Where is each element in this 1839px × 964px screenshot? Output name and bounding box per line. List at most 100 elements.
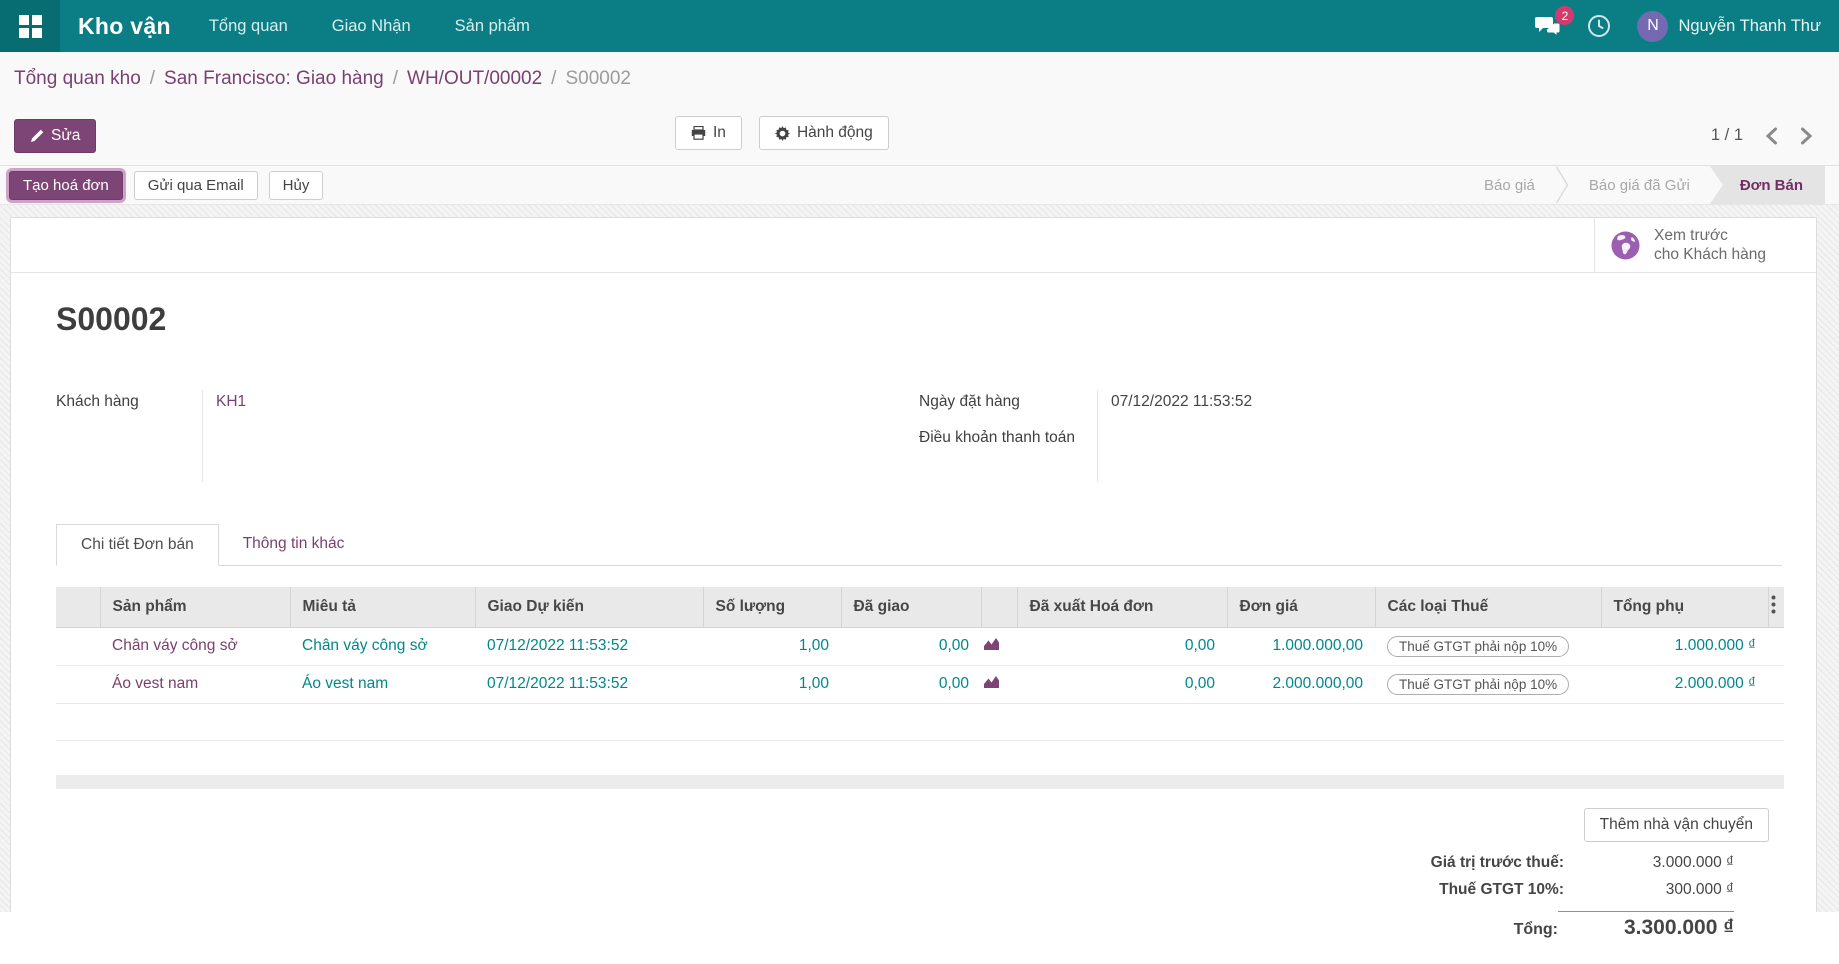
cell-subtotal: 1.000.000 ₫ — [1601, 627, 1768, 666]
header-delivered[interactable]: Đã giao — [841, 587, 982, 628]
chevron-left-icon — [1765, 127, 1777, 144]
apps-grid-icon — [18, 14, 42, 38]
pager-count: 1 / 1 — [1710, 126, 1743, 144]
sheet-body: S00002 Khách hàng KH1 Ngày đặt hàng 07/1… — [11, 273, 1816, 940]
totals-block: Giá trị trước thuế: 3.000.000 ₫ Thuế GTG… — [1304, 854, 1734, 940]
action-buttons-row: Sửa In Hành động 1 / 1 — [0, 106, 1839, 165]
cell-handle — [56, 627, 100, 666]
area-chart-icon — [984, 675, 999, 688]
state-separator-icon — [1555, 166, 1569, 204]
print-button-label: In — [713, 124, 726, 141]
customer-value-link[interactable]: KH1 — [216, 393, 246, 410]
area-chart-icon — [984, 637, 999, 650]
header-options-button[interactable] — [1768, 587, 1784, 628]
add-shipping-button[interactable]: Thêm nhà vận chuyển — [1583, 807, 1769, 842]
cell-delivered: 0,00 — [841, 665, 981, 704]
state-quotation[interactable]: Báo giá — [1464, 166, 1555, 204]
clock-icon — [1588, 15, 1611, 37]
printer-icon — [691, 126, 706, 140]
action-button-label: Hành động — [796, 124, 873, 141]
tax-amount-value: 300.000 ₫ — [1665, 880, 1734, 898]
header-unit-price[interactable]: Đơn giá — [1227, 587, 1376, 628]
activity-menu-button[interactable] — [1587, 14, 1611, 38]
header-subtotal[interactable]: Tổng phụ — [1601, 587, 1769, 628]
center-buttons: In Hành động — [675, 116, 889, 150]
action-button[interactable]: Hành động — [758, 116, 889, 150]
breadcrumb-link-operation[interactable]: San Francisco: Giao hàng — [164, 68, 384, 90]
total-amount-row: Tổng: 3.300.000 ₫ — [1304, 908, 1734, 940]
field-order-date: Ngày đặt hàng 07/12/2022 11:53:52 — [919, 390, 1782, 426]
cell-options — [1768, 665, 1784, 704]
messages-menu-button[interactable]: 2 — [1535, 6, 1575, 37]
order-line-row[interactable]: Áo vest nam Áo vest nam 07/12/2022 11:53… — [56, 665, 1784, 704]
cell-handle — [56, 665, 100, 704]
pager-previous-button[interactable] — [1765, 127, 1778, 145]
payment-terms-value — [1097, 426, 1782, 482]
header-forecast — [981, 587, 1018, 628]
nav-menu-transfers[interactable]: Giao Nhận — [332, 17, 411, 36]
print-button[interactable]: In — [675, 116, 742, 150]
nav-menu-products[interactable]: Sản phẩm — [455, 17, 530, 36]
forecast-button[interactable] — [981, 627, 1017, 666]
pager-next-button[interactable] — [1800, 127, 1813, 145]
tab-order-lines[interactable]: Chi tiết Đơn bán — [56, 524, 219, 566]
cell-quantity: 1,00 — [703, 627, 841, 666]
order-lines-table: Sản phẩm Miêu tả Giao Dự kiến Số lượng Đ… — [56, 587, 1784, 741]
user-menu-button[interactable]: N Nguyễn Thanh Thư — [1637, 10, 1821, 42]
nav-menu-overview[interactable]: Tổng quan — [209, 17, 288, 36]
breadcrumb-separator: / — [392, 68, 399, 89]
apps-menu-button[interactable] — [0, 0, 60, 52]
cell-invoiced: 0,00 — [1017, 665, 1227, 704]
total-label: Tổng: — [1513, 920, 1558, 938]
header-scheduled-date[interactable]: Giao Dự kiến — [475, 587, 704, 628]
state-sales-order-active[interactable]: Đơn Bán — [1709, 166, 1825, 204]
table-header-row: Sản phẩm Miêu tả Giao Dự kiến Số lượng Đ… — [56, 587, 1784, 628]
tax-tag: Thuế GTGT phải nộp 10% — [1387, 635, 1570, 657]
header-product[interactable]: Sản phẩm — [100, 587, 291, 628]
form-statusbar: Tạo hoá đơn Gửi qua Email Hủy Báo giá Bá… — [0, 165, 1839, 205]
list-footer-strip — [56, 774, 1784, 789]
cell-product[interactable]: Áo vest nam — [100, 665, 290, 704]
shipping-row: Thêm nhà vận chuyển — [56, 807, 1784, 842]
control-panel: Tổng quan kho / San Francisco: Giao hàng… — [0, 52, 1839, 165]
edit-button[interactable]: Sửa — [14, 118, 97, 153]
field-payment-terms: Điều khoản thanh toán — [919, 426, 1782, 482]
field-customer: Khách hàng KH1 — [56, 390, 901, 482]
nav-right: 2 N Nguyễn Thanh Thư — [1535, 6, 1839, 42]
breadcrumb-separator: / — [149, 68, 156, 89]
customer-preview-link[interactable]: Xem trước cho Khách hàng — [1594, 218, 1816, 272]
cell-unit-price: 1.000.000,00 — [1227, 627, 1375, 666]
sheet-top-band: Xem trước cho Khách hàng — [11, 218, 1816, 273]
gear-icon — [774, 125, 790, 141]
tab-other-info[interactable]: Thông tin khác — [219, 524, 369, 565]
cell-quantity: 1,00 — [703, 665, 841, 704]
cell-description: Chân váy công sở — [290, 627, 475, 666]
breadcrumb-link-picking[interactable]: WH/OUT/00002 — [407, 68, 542, 90]
header-invoiced[interactable]: Đã xuất Hoá đơn — [1017, 587, 1228, 628]
breadcrumb-link-overview[interactable]: Tổng quan kho — [14, 68, 141, 90]
chevron-right-icon — [1801, 127, 1813, 144]
cell-product[interactable]: Chân váy công sở — [100, 627, 290, 666]
state-quotation-sent[interactable]: Báo giá đã Gửi — [1569, 166, 1710, 204]
untaxed-amount-value: 3.000.000 ₫ — [1652, 853, 1734, 871]
forecast-button[interactable] — [981, 665, 1017, 704]
send-by-email-button[interactable]: Gửi qua Email — [133, 170, 258, 200]
header-description[interactable]: Miêu tả — [290, 587, 476, 628]
field-group: Khách hàng KH1 Ngày đặt hàng 07/12/2022 … — [56, 390, 1782, 482]
form-sheet: Xem trước cho Khách hàng S00002 Khách hà… — [10, 217, 1817, 939]
header-quantity[interactable]: Số lượng — [703, 587, 842, 628]
header-handle — [56, 587, 101, 628]
header-taxes[interactable]: Các loại Thuế — [1375, 587, 1602, 628]
tax-amount-row: Thuế GTGT 10%: 300.000 ₫ — [1304, 881, 1734, 908]
cancel-button[interactable]: Hủy — [268, 170, 324, 200]
customer-label: Khách hàng — [56, 393, 139, 410]
create-invoice-button[interactable]: Tạo hoá đơn — [9, 170, 123, 200]
app-brand: Kho vận — [78, 12, 171, 39]
kebab-dots-icon — [1771, 595, 1775, 614]
order-line-row[interactable]: Chân váy công sở Chân váy công sở 07/12/… — [56, 627, 1784, 666]
order-date-label: Ngày đặt hàng — [919, 393, 1020, 410]
payment-terms-label: Điều khoản thanh toán — [919, 429, 1075, 446]
edit-button-label: Sửa — [51, 126, 81, 144]
tax-tag: Thuế GTGT phải nộp 10% — [1387, 673, 1570, 695]
cell-taxes: Thuế GTGT phải nộp 10% — [1375, 627, 1601, 666]
